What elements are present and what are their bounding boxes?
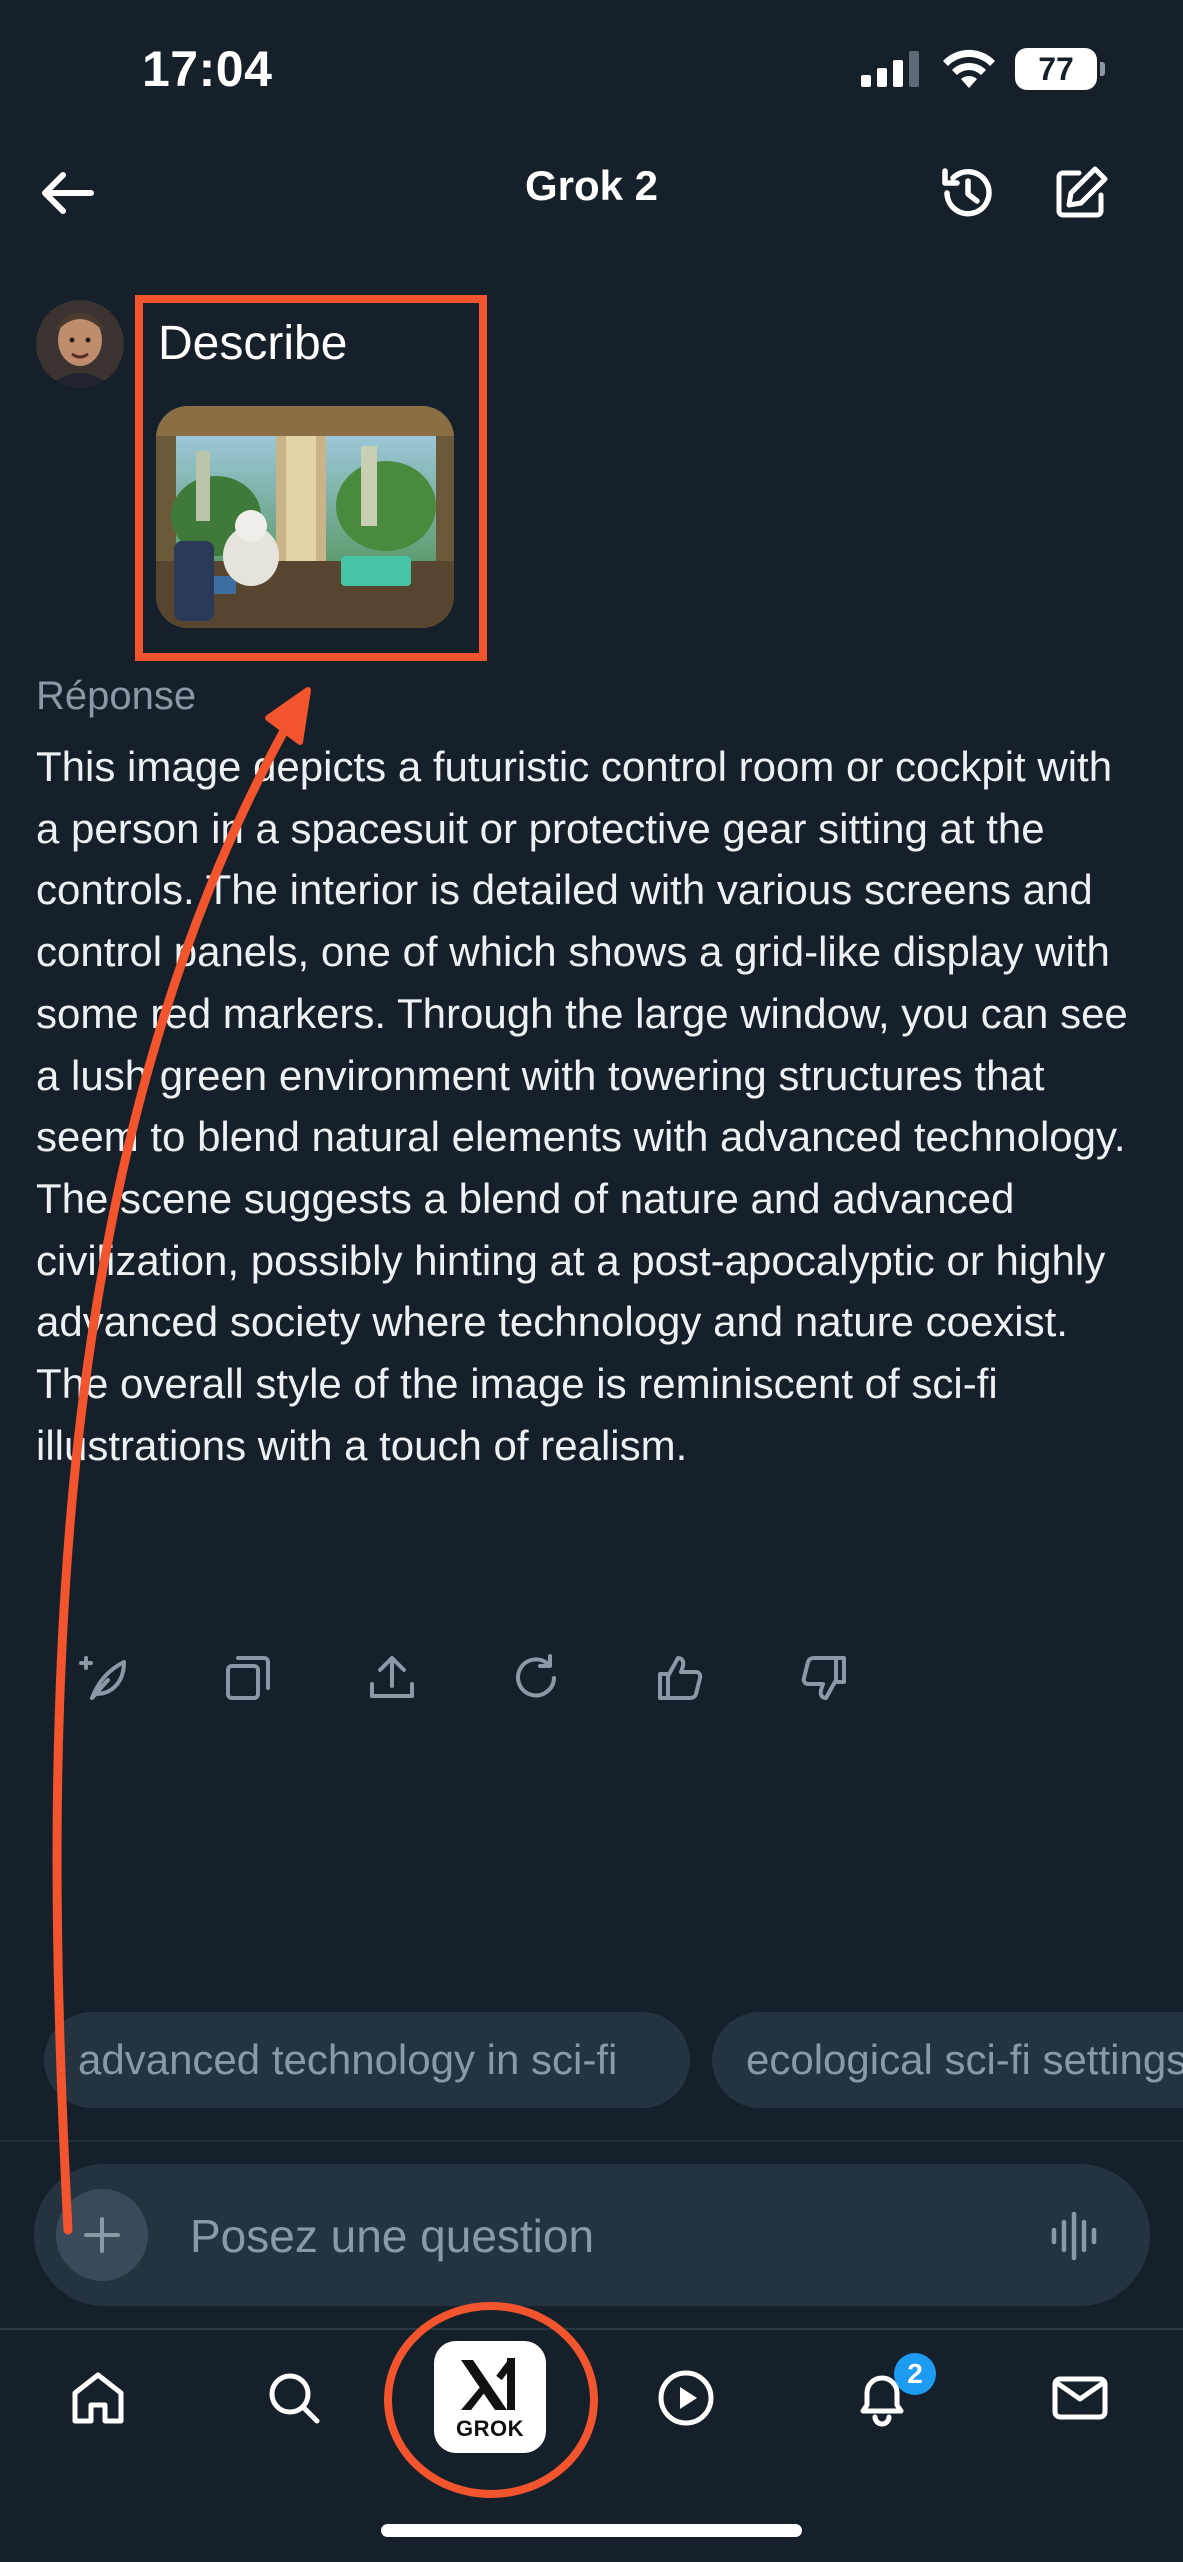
- response-label: Réponse: [36, 674, 197, 718]
- voice-waveform-icon[interactable]: [1048, 2208, 1104, 2264]
- divider: [0, 2140, 1183, 2142]
- home-indicator: [381, 2524, 802, 2537]
- history-icon: [942, 168, 992, 217]
- regenerate-sparkle-icon[interactable]: [78, 1652, 130, 1704]
- mail-icon[interactable]: [1040, 2358, 1120, 2438]
- refresh-icon[interactable]: [510, 1652, 562, 1704]
- new-chat-button[interactable]: [1046, 158, 1116, 228]
- notification-badge: 2: [894, 2353, 936, 2395]
- search-icon[interactable]: [254, 2358, 334, 2438]
- suggestion-chip[interactable]: advanced technology in sci-fi: [44, 2012, 690, 2108]
- compose-icon: [1056, 166, 1108, 218]
- highlight-box-annotation: [135, 295, 487, 661]
- wifi-icon: [941, 48, 997, 90]
- share-icon[interactable]: [366, 1652, 418, 1704]
- thumbs-down-icon[interactable]: [798, 1652, 850, 1704]
- question-input[interactable]: [188, 2194, 1012, 2278]
- home-icon[interactable]: [58, 2358, 138, 2438]
- play-icon[interactable]: [646, 2358, 726, 2438]
- highlight-circle-annotation: [384, 2302, 598, 2498]
- plus-icon: [84, 2217, 120, 2253]
- thumbs-up-icon[interactable]: [654, 1652, 706, 1704]
- composer: [34, 2164, 1150, 2306]
- status-icons: 77: [861, 44, 1105, 94]
- response-text: This image depicts a futuristic control …: [36, 743, 1128, 1469]
- battery-icon: 77: [1015, 48, 1105, 90]
- response-actions: [78, 1652, 850, 1704]
- copy-icon[interactable]: [222, 1652, 274, 1704]
- signal-icon: [861, 51, 923, 87]
- avatar[interactable]: [36, 300, 124, 388]
- attach-button[interactable]: [56, 2189, 148, 2281]
- page-title: Grok 2: [524, 162, 659, 209]
- suggestion-chip[interactable]: ecological sci-fi settings: [712, 2012, 1183, 2108]
- history-button[interactable]: [932, 158, 1002, 228]
- status-time: 17:04: [142, 41, 273, 97]
